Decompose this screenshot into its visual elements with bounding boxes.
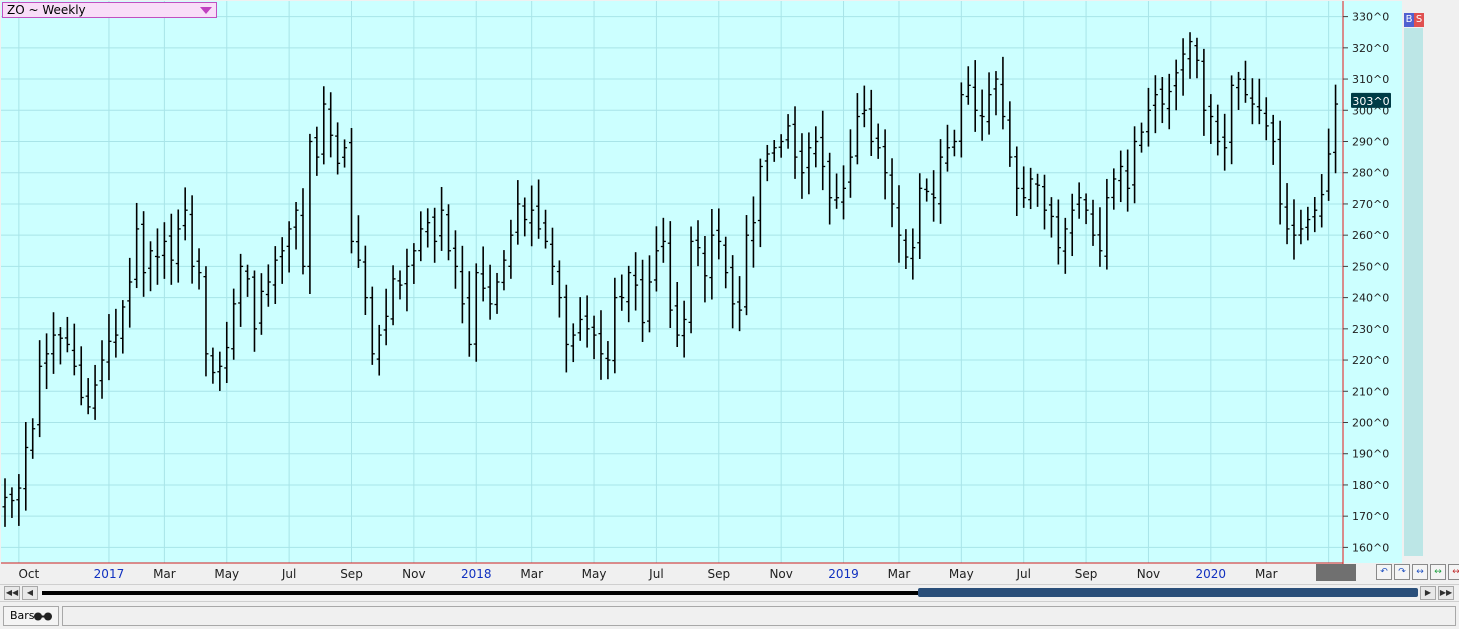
year-tick-label: 2019 xyxy=(828,567,859,581)
month-tick-label: Oct xyxy=(18,567,39,581)
double-left-arrow-icon[interactable]: ◀◀ xyxy=(4,586,20,600)
month-tick-label: Jul xyxy=(1015,567,1030,581)
month-tick-label: Jul xyxy=(648,567,663,581)
price-tick-label: 330^0 xyxy=(1352,11,1389,24)
plot-area[interactable]: 160^0 170^0 180^0 190^0 200^0 210^0 220^0 230^0… xyxy=(0,0,1459,584)
month-tick-label: Sep xyxy=(340,567,363,581)
scrollbar-thumb[interactable] xyxy=(918,588,1418,597)
status-field xyxy=(62,606,1456,626)
status-bar: Bars xyxy=(0,604,1459,629)
month-tick-label: Nov xyxy=(769,567,792,581)
price-tick-label: 240^0 xyxy=(1352,292,1389,305)
month-tick-label: May xyxy=(582,567,607,581)
year-tick-label: 2017 xyxy=(94,567,125,581)
month-tick-label: May xyxy=(214,567,239,581)
chart-window: 160^0 170^0 180^0 190^0 200^0 210^0 220^0 230^0… xyxy=(0,0,1459,629)
zoom-out-icon[interactable]: ↶ xyxy=(1376,564,1392,580)
current-period-highlight xyxy=(1316,564,1356,581)
buy-badge[interactable]: B xyxy=(1404,13,1414,27)
bars-tab-label: Bars xyxy=(10,609,35,622)
buy-sell-badge[interactable]: BS xyxy=(1404,13,1424,27)
price-tick-label: 210^0 xyxy=(1352,385,1389,398)
price-tick-label: 160^0 xyxy=(1352,541,1389,554)
month-tick-label: Mar xyxy=(888,567,911,581)
symbol-label: ZO ~ Weekly xyxy=(7,3,86,17)
symbol-selector[interactable]: ZO ~ Weekly xyxy=(2,2,217,18)
month-tick-label: Sep xyxy=(707,567,730,581)
glasses-icon xyxy=(34,612,52,621)
price-tick-label: 270^0 xyxy=(1352,198,1389,211)
side-panel xyxy=(1404,28,1423,556)
right-arrow-icon[interactable]: ▶ xyxy=(1420,586,1436,600)
year-tick-label: 2020 xyxy=(1196,567,1227,581)
double-right-arrow-icon[interactable]: ▶▶ xyxy=(1438,586,1454,600)
month-tick-label: Nov xyxy=(1137,567,1160,581)
month-tick-label: May xyxy=(949,567,974,581)
price-tick-label: 220^0 xyxy=(1352,354,1389,367)
month-tick-label: Mar xyxy=(153,567,176,581)
price-tick-label: 170^0 xyxy=(1352,510,1389,523)
plot-background xyxy=(1,1,1343,563)
price-tick-label: 320^0 xyxy=(1352,42,1389,55)
ohlc-chart[interactable]: 160^0 170^0 180^0 190^0 200^0 210^0 220^0 230^0… xyxy=(0,0,1459,584)
month-tick-label: Mar xyxy=(520,567,543,581)
price-tick-label: 230^0 xyxy=(1352,323,1389,336)
price-tick-label: 310^0 xyxy=(1352,73,1389,86)
left-arrow-icon[interactable]: ◀ xyxy=(22,586,38,600)
compress-icon[interactable]: ↔ xyxy=(1412,564,1428,580)
price-tick-label: 250^0 xyxy=(1352,260,1389,273)
expand-icon[interactable]: ↔ xyxy=(1430,564,1446,580)
price-tick-label: 180^0 xyxy=(1352,479,1389,492)
month-tick-label: Nov xyxy=(402,567,425,581)
bars-tab[interactable]: Bars xyxy=(3,606,59,626)
price-tick-label: 200^0 xyxy=(1352,417,1389,430)
fit-icon[interactable]: ↔ xyxy=(1448,564,1459,580)
price-tick-label: 260^0 xyxy=(1352,229,1389,242)
zoom-in-icon[interactable]: ↷ xyxy=(1394,564,1410,580)
time-scrollbar[interactable]: ◀◀ ◀ ▶ ▶▶ xyxy=(0,584,1459,602)
price-tick-label: 280^0 xyxy=(1352,167,1389,180)
sell-badge[interactable]: S xyxy=(1414,13,1424,27)
last-price-label: 303^0 xyxy=(1352,95,1389,108)
price-tick-label: 290^0 xyxy=(1352,136,1389,149)
month-tick-label: Sep xyxy=(1075,567,1098,581)
month-tick-label: Mar xyxy=(1255,567,1278,581)
price-tick-label: 190^0 xyxy=(1352,448,1389,461)
last-price-marker: 303^0 xyxy=(1351,92,1391,108)
month-tick-label: Jul xyxy=(281,567,296,581)
dropdown-arrow-icon[interactable] xyxy=(200,7,212,14)
year-tick-label: 2018 xyxy=(461,567,492,581)
